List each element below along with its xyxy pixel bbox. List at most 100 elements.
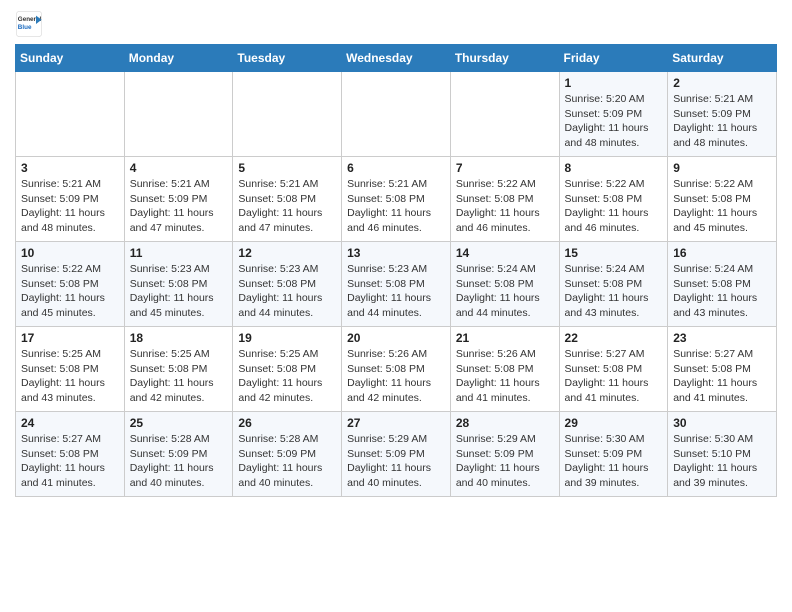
day-info: Sunrise: 5:27 AM Sunset: 5:08 PM Dayligh… bbox=[673, 347, 771, 406]
day-info: Sunrise: 5:22 AM Sunset: 5:08 PM Dayligh… bbox=[456, 177, 554, 236]
calendar-cell: 13 Sunrise: 5:23 AM Sunset: 5:08 PM Dayli… bbox=[342, 242, 451, 327]
calendar-cell: 29 Sunrise: 5:30 AM Sunset: 5:09 PM Dayli… bbox=[559, 412, 668, 497]
day-number: 6 bbox=[347, 161, 445, 175]
calendar-cell: 20 Sunrise: 5:26 AM Sunset: 5:08 PM Dayli… bbox=[342, 327, 451, 412]
calendar-cell: 21 Sunrise: 5:26 AM Sunset: 5:08 PM Dayli… bbox=[450, 327, 559, 412]
day-info: Sunrise: 5:29 AM Sunset: 5:09 PM Dayligh… bbox=[347, 432, 445, 491]
day-info: Sunrise: 5:24 AM Sunset: 5:08 PM Dayligh… bbox=[673, 262, 771, 321]
day-number: 19 bbox=[238, 331, 336, 345]
calendar-cell: 11 Sunrise: 5:23 AM Sunset: 5:08 PM Dayli… bbox=[124, 242, 233, 327]
day-number: 13 bbox=[347, 246, 445, 260]
calendar-cell: 9 Sunrise: 5:22 AM Sunset: 5:08 PM Daylig… bbox=[668, 157, 777, 242]
day-number: 21 bbox=[456, 331, 554, 345]
calendar-week-row: 3 Sunrise: 5:21 AM Sunset: 5:09 PM Daylig… bbox=[16, 157, 777, 242]
day-number: 4 bbox=[130, 161, 228, 175]
day-info: Sunrise: 5:23 AM Sunset: 5:08 PM Dayligh… bbox=[347, 262, 445, 321]
day-info: Sunrise: 5:24 AM Sunset: 5:08 PM Dayligh… bbox=[565, 262, 663, 321]
day-header-friday: Friday bbox=[559, 45, 668, 72]
day-number: 12 bbox=[238, 246, 336, 260]
calendar-cell: 28Sunrise: 5:29 AM Sunset: 5:09 PM Dayli… bbox=[450, 412, 559, 497]
day-number: 17 bbox=[21, 331, 119, 345]
day-number: 3 bbox=[21, 161, 119, 175]
calendar-cell: 15 Sunrise: 5:24 AM Sunset: 5:08 PM Dayli… bbox=[559, 242, 668, 327]
day-number: 9 bbox=[673, 161, 771, 175]
calendar-cell bbox=[233, 72, 342, 157]
calendar-cell bbox=[342, 72, 451, 157]
day-info: Sunrise: 5:22 AM Sunset: 5:08 PM Dayligh… bbox=[673, 177, 771, 236]
day-number: 8 bbox=[565, 161, 663, 175]
day-info: Sunrise: 5:30 AM Sunset: 5:09 PM Dayligh… bbox=[565, 432, 663, 491]
day-info: Sunrise: 5:22 AM Sunset: 5:08 PM Dayligh… bbox=[565, 177, 663, 236]
calendar-cell: 26 Sunrise: 5:28 AM Sunset: 5:09 PM Dayli… bbox=[233, 412, 342, 497]
day-number: 7 bbox=[456, 161, 554, 175]
calendar-cell: 30 Sunrise: 5:30 AM Sunset: 5:10 PM Dayli… bbox=[668, 412, 777, 497]
day-number: 1 bbox=[565, 76, 663, 90]
day-number: 29 bbox=[565, 416, 663, 430]
day-number: 24 bbox=[21, 416, 119, 430]
calendar-cell bbox=[450, 72, 559, 157]
day-info: Sunrise: 5:23 AM Sunset: 5:08 PM Dayligh… bbox=[130, 262, 228, 321]
calendar-cell: 14 Sunrise: 5:24 AM Sunset: 5:08 PM Dayli… bbox=[450, 242, 559, 327]
calendar-week-row: 24 Sunrise: 5:27 AM Sunset: 5:08 PM Dayli… bbox=[16, 412, 777, 497]
day-number: 23 bbox=[673, 331, 771, 345]
day-number: 28 bbox=[456, 416, 554, 430]
day-number: 25 bbox=[130, 416, 228, 430]
day-number: 30 bbox=[673, 416, 771, 430]
day-info: Sunrise: 5:23 AM Sunset: 5:08 PM Dayligh… bbox=[238, 262, 336, 321]
header: General Blue bbox=[15, 10, 777, 38]
day-info: Sunrise: 5:24 AM Sunset: 5:08 PM Dayligh… bbox=[456, 262, 554, 321]
day-info: Sunrise: 5:26 AM Sunset: 5:08 PM Dayligh… bbox=[347, 347, 445, 406]
calendar-cell: 8 Sunrise: 5:22 AM Sunset: 5:08 PM Daylig… bbox=[559, 157, 668, 242]
calendar-cell: 3 Sunrise: 5:21 AM Sunset: 5:09 PM Daylig… bbox=[16, 157, 125, 242]
day-info: Sunrise: 5:27 AM Sunset: 5:08 PM Dayligh… bbox=[21, 432, 119, 491]
day-info: Sunrise: 5:27 AM Sunset: 5:08 PM Dayligh… bbox=[565, 347, 663, 406]
day-header-wednesday: Wednesday bbox=[342, 45, 451, 72]
day-info: Sunrise: 5:26 AM Sunset: 5:08 PM Dayligh… bbox=[456, 347, 554, 406]
day-number: 22 bbox=[565, 331, 663, 345]
calendar-cell: 19 Sunrise: 5:25 AM Sunset: 5:08 PM Dayli… bbox=[233, 327, 342, 412]
calendar-cell: 1 Sunrise: 5:20 AM Sunset: 5:09 PM Daylig… bbox=[559, 72, 668, 157]
day-header-tuesday: Tuesday bbox=[233, 45, 342, 72]
calendar-cell bbox=[124, 72, 233, 157]
day-info: Sunrise: 5:21 AM Sunset: 5:09 PM Dayligh… bbox=[130, 177, 228, 236]
day-info: Sunrise: 5:28 AM Sunset: 5:09 PM Dayligh… bbox=[238, 432, 336, 491]
day-info: Sunrise: 5:21 AM Sunset: 5:09 PM Dayligh… bbox=[21, 177, 119, 236]
calendar-cell: 18 Sunrise: 5:25 AM Sunset: 5:08 PM Dayli… bbox=[124, 327, 233, 412]
calendar-week-row: 1 Sunrise: 5:20 AM Sunset: 5:09 PM Daylig… bbox=[16, 72, 777, 157]
day-info: Sunrise: 5:25 AM Sunset: 5:08 PM Dayligh… bbox=[130, 347, 228, 406]
day-info: Sunrise: 5:21 AM Sunset: 5:08 PM Dayligh… bbox=[238, 177, 336, 236]
day-info: Sunrise: 5:25 AM Sunset: 5:08 PM Dayligh… bbox=[21, 347, 119, 406]
calendar-cell: 27 Sunrise: 5:29 AM Sunset: 5:09 PM Dayli… bbox=[342, 412, 451, 497]
calendar-cell: 22 Sunrise: 5:27 AM Sunset: 5:08 PM Dayli… bbox=[559, 327, 668, 412]
day-info: Sunrise: 5:21 AM Sunset: 5:08 PM Dayligh… bbox=[347, 177, 445, 236]
day-header-sunday: Sunday bbox=[16, 45, 125, 72]
calendar-cell: 2Sunrise: 5:21 AM Sunset: 5:09 PM Daylig… bbox=[668, 72, 777, 157]
day-info: Sunrise: 5:28 AM Sunset: 5:09 PM Dayligh… bbox=[130, 432, 228, 491]
calendar-week-row: 17 Sunrise: 5:25 AM Sunset: 5:08 PM Dayli… bbox=[16, 327, 777, 412]
day-number: 20 bbox=[347, 331, 445, 345]
calendar-week-row: 10 Sunrise: 5:22 AM Sunset: 5:08 PM Dayli… bbox=[16, 242, 777, 327]
calendar-cell: 25 Sunrise: 5:28 AM Sunset: 5:09 PM Dayli… bbox=[124, 412, 233, 497]
calendar-cell: 17 Sunrise: 5:25 AM Sunset: 5:08 PM Dayli… bbox=[16, 327, 125, 412]
day-number: 2 bbox=[673, 76, 771, 90]
day-number: 26 bbox=[238, 416, 336, 430]
calendar-table: SundayMondayTuesdayWednesdayThursdayFrid… bbox=[15, 44, 777, 497]
day-number: 11 bbox=[130, 246, 228, 260]
day-number: 10 bbox=[21, 246, 119, 260]
day-number: 14 bbox=[456, 246, 554, 260]
day-number: 15 bbox=[565, 246, 663, 260]
day-number: 27 bbox=[347, 416, 445, 430]
calendar-cell: 12 Sunrise: 5:23 AM Sunset: 5:08 PM Dayli… bbox=[233, 242, 342, 327]
calendar-cell: 23 Sunrise: 5:27 AM Sunset: 5:08 PM Dayli… bbox=[668, 327, 777, 412]
day-info: Sunrise: 5:30 AM Sunset: 5:10 PM Dayligh… bbox=[673, 432, 771, 491]
calendar-cell: 5 Sunrise: 5:21 AM Sunset: 5:08 PM Daylig… bbox=[233, 157, 342, 242]
day-header-thursday: Thursday bbox=[450, 45, 559, 72]
day-number: 5 bbox=[238, 161, 336, 175]
calendar-cell: 4 Sunrise: 5:21 AM Sunset: 5:09 PM Daylig… bbox=[124, 157, 233, 242]
day-info: Sunrise: 5:20 AM Sunset: 5:09 PM Dayligh… bbox=[565, 92, 663, 151]
day-info: Sunrise: 5:25 AM Sunset: 5:08 PM Dayligh… bbox=[238, 347, 336, 406]
logo: General Blue bbox=[15, 10, 47, 38]
calendar-cell: 7 Sunrise: 5:22 AM Sunset: 5:08 PM Daylig… bbox=[450, 157, 559, 242]
day-info: Sunrise: 5:22 AM Sunset: 5:08 PM Dayligh… bbox=[21, 262, 119, 321]
day-number: 18 bbox=[130, 331, 228, 345]
